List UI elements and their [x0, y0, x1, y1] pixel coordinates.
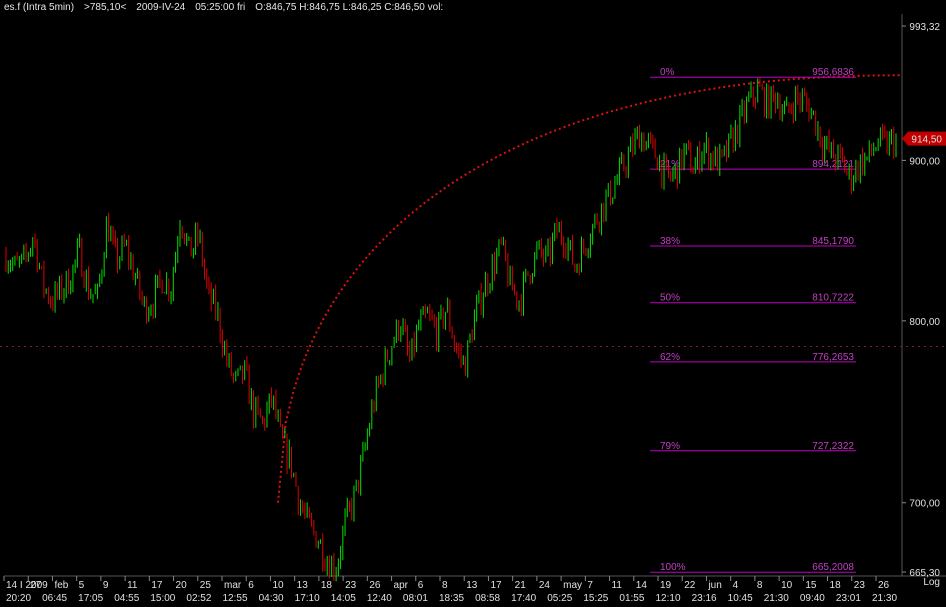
x-tick-label: 11	[612, 580, 623, 591]
fib-level-pct: 0%	[660, 67, 675, 78]
x-tick-label: 06:45	[42, 593, 67, 604]
log-scale-label: Log	[923, 577, 940, 588]
x-axis: 14 I 200927 feb 5 9 11 17 20 25 mar 6 10 13 18 23 26 ap…	[3, 576, 897, 604]
x-tick-label: 14	[636, 580, 648, 591]
x-tick-label: 12:40	[367, 593, 392, 604]
price-chart[interactable]: 0% 956,683621% 894,212138% 845,179050% 810,7…	[0, 0, 946, 607]
x-tick-label: 23	[345, 580, 357, 591]
fib-level-pct: 38%	[660, 236, 680, 247]
x-tick-label: 02:52	[186, 593, 211, 604]
x-tick-label: 18	[321, 580, 333, 591]
y-tick-label: 900,00	[909, 156, 940, 167]
x-tick-label: 15:25	[583, 593, 608, 604]
x-tick-label: 20	[176, 580, 188, 591]
fib-level-pct: 50%	[660, 293, 680, 304]
x-tick-label: 7	[587, 580, 593, 591]
x-tick-label: jun	[707, 580, 721, 591]
x-tick-label: 23:16	[692, 593, 717, 604]
x-tick-label: 18	[830, 580, 842, 591]
x-tick-label: 27	[30, 580, 42, 591]
x-tick-label: 10	[272, 580, 284, 591]
x-tick-label: 19	[660, 580, 672, 591]
x-tick-label: 10	[781, 580, 793, 591]
x-tick-label: 04:55	[114, 593, 139, 604]
x-tick-label: 6	[248, 580, 254, 591]
x-tick-label: 17:10	[295, 593, 320, 604]
x-tick-label: 23	[854, 580, 866, 591]
y-tick-label: 800,00	[909, 317, 940, 328]
x-tick-label: 10:45	[728, 593, 753, 604]
x-tick-label: 05:25	[547, 593, 572, 604]
x-tick-label: 12:10	[656, 593, 681, 604]
fib-level-pct: 62%	[660, 352, 680, 363]
x-tick-label: 09:40	[800, 593, 825, 604]
price-badge-label: 914,50	[911, 135, 942, 146]
x-tick-label: 12:55	[223, 593, 248, 604]
y-tick-label: 993,32	[909, 22, 940, 33]
fib-level-value: 956,6836	[812, 67, 854, 78]
candles	[5, 77, 897, 582]
fib-level-value: 845,1790	[812, 236, 854, 247]
last-price-badge: 914,50	[902, 131, 946, 146]
x-tick-label: 4	[733, 580, 739, 591]
x-tick-label: 22	[684, 580, 696, 591]
fib-level-value: 894,2121	[812, 159, 854, 170]
x-tick-label: apr	[394, 580, 409, 591]
fib-level-value: 776,2653	[812, 352, 854, 363]
x-tick-label: 26	[369, 580, 381, 591]
x-tick-label: 11	[127, 580, 138, 591]
x-tick-label: 21:30	[872, 593, 897, 604]
arc-line	[277, 74, 900, 503]
x-tick-label: feb	[54, 580, 68, 591]
fib-level-pct: 100%	[660, 562, 686, 573]
y-tick-label: 700,00	[909, 499, 940, 510]
x-tick-label: 20:20	[6, 593, 31, 604]
fib-level-value: 810,7222	[812, 293, 854, 304]
x-tick-label: 08:01	[403, 593, 428, 604]
x-tick-label: 01:55	[619, 593, 644, 604]
x-tick-label: 25	[200, 580, 212, 591]
x-tick-label: 17	[151, 580, 163, 591]
fib-level-pct: 79%	[660, 441, 680, 452]
x-tick-label: may	[563, 580, 582, 591]
x-tick-label: 08:58	[475, 593, 500, 604]
x-tick-label: 13	[297, 580, 309, 591]
x-tick-label: 9	[103, 580, 109, 591]
x-tick-label: 17	[490, 580, 502, 591]
y-axis: 993,32900,00800,00700,00665,30Log	[902, 22, 940, 588]
x-tick-label: 18:35	[439, 593, 464, 604]
x-tick-label: 15:00	[150, 593, 175, 604]
x-tick-label: 26	[878, 580, 890, 591]
x-tick-label: 04:30	[259, 593, 284, 604]
x-tick-label: 17:05	[78, 593, 103, 604]
x-tick-label: 15	[805, 580, 817, 591]
x-tick-label: 17:40	[511, 593, 536, 604]
x-tick-label: 24	[539, 580, 551, 591]
fib-level-value: 727,2322	[812, 441, 854, 452]
x-tick-label: mar	[224, 580, 242, 591]
fib-level-value: 665,2008	[812, 562, 854, 573]
x-tick-label: 21:30	[764, 593, 789, 604]
x-tick-label: 6	[418, 580, 424, 591]
x-tick-label: 14:05	[331, 593, 356, 604]
x-tick-label: 14 I 2009	[6, 580, 48, 591]
x-tick-label: 8	[442, 580, 448, 591]
x-tick-label: 5	[79, 580, 85, 591]
x-tick-label: 21	[515, 580, 527, 591]
arc-curve	[277, 74, 900, 503]
x-tick-label: 23:01	[836, 593, 861, 604]
x-tick-label: 13	[466, 580, 478, 591]
x-tick-label: 8	[757, 580, 763, 591]
